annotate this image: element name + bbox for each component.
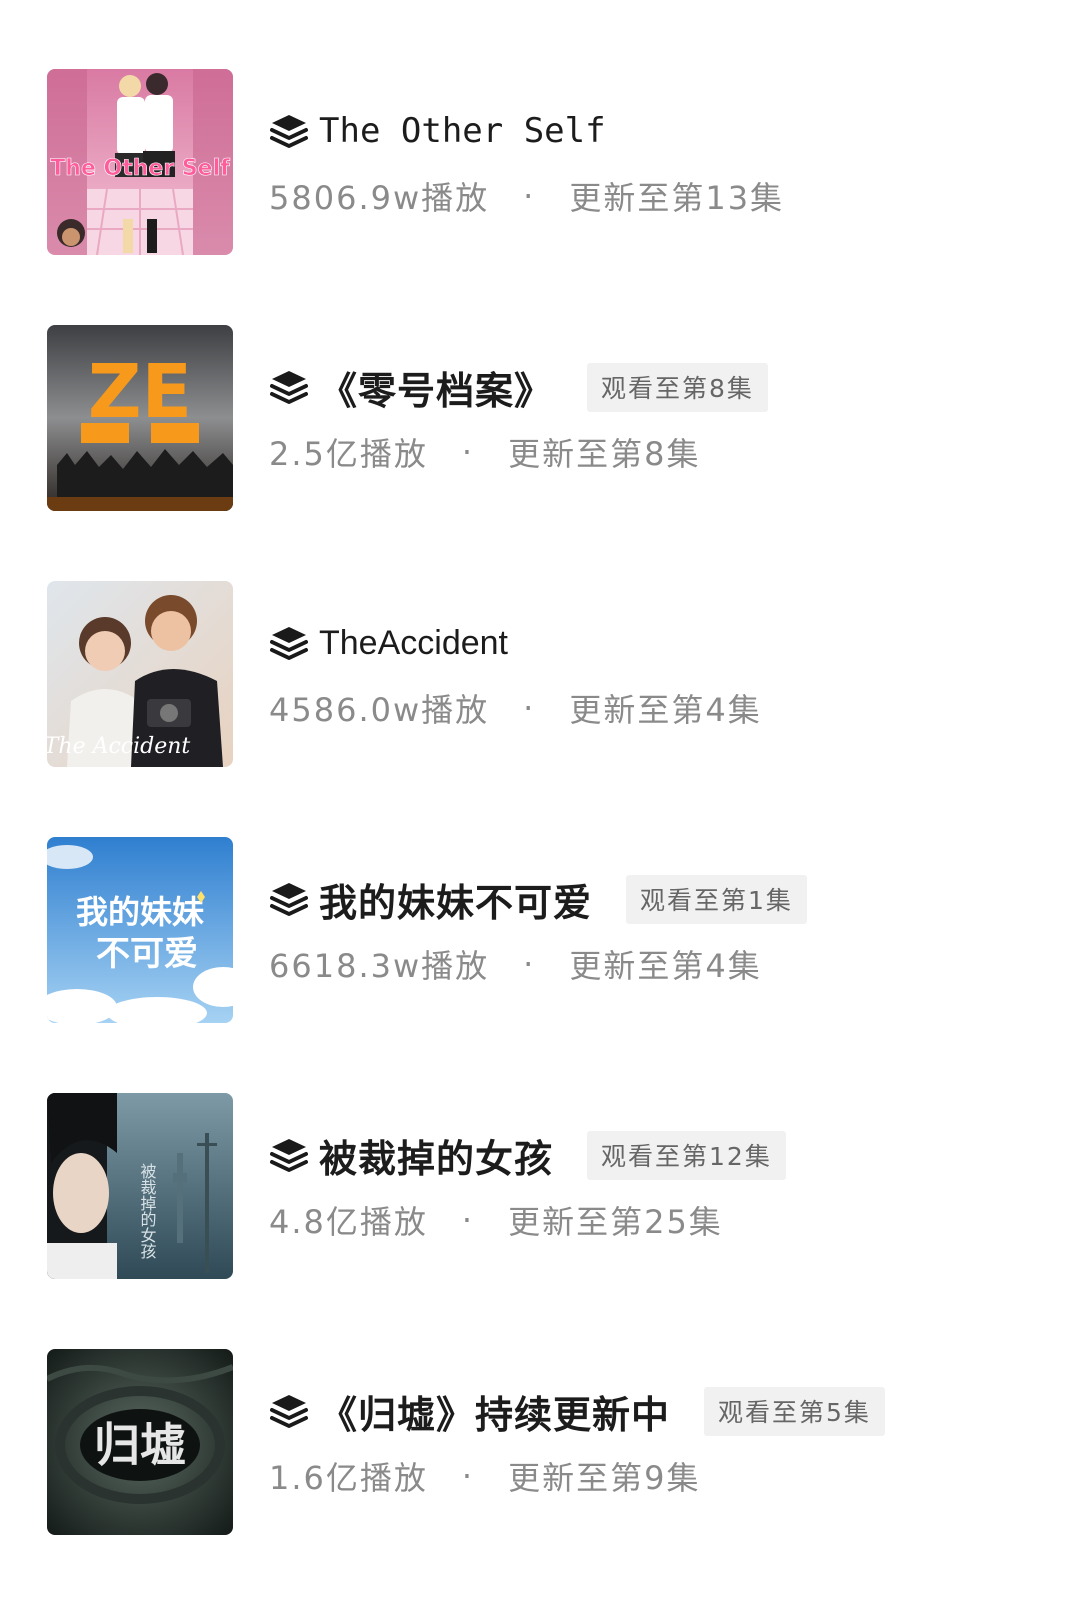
title-row[interactable]: 《归墟》持续更新中 观看至第5集 bbox=[269, 1385, 885, 1437]
update-status: 更新至第4集 bbox=[569, 947, 762, 985]
list-item[interactable]: 我的妹妹 不可爱 我的妹妹不可爱 观看至第1集 6618.3w播放 · 更新至第… bbox=[47, 837, 1047, 1023]
cover-image[interactable]: 归墟 bbox=[47, 1349, 233, 1535]
svg-text:我的妹妹: 我的妹妹 bbox=[76, 893, 204, 931]
update-status: 更新至第4集 bbox=[569, 691, 762, 729]
item-info: 被裁掉的女孩 观看至第12集 4.8亿播放 · 更新至第25集 bbox=[269, 1093, 1029, 1279]
item-info: 我的妹妹不可爱 观看至第1集 6618.3w播放 · 更新至第4集 bbox=[269, 837, 1029, 1023]
update-status: 更新至第8集 bbox=[508, 435, 701, 473]
series-title[interactable]: 《归墟》持续更新中 bbox=[319, 1384, 670, 1439]
title-row[interactable]: 《零号档案》 观看至第8集 bbox=[269, 361, 768, 413]
watch-progress-badge: 观看至第8集 bbox=[587, 362, 768, 412]
title-row[interactable]: 我的妹妹不可爱 观看至第1集 bbox=[269, 873, 807, 925]
item-info: 《零号档案》 观看至第8集 2.5亿播放 · 更新至第8集 bbox=[269, 325, 1029, 511]
meta-row: 6618.3w播放 · 更新至第4集 bbox=[269, 941, 762, 987]
play-count: 2.5亿播放 bbox=[269, 435, 428, 473]
svg-text:The Other Self: The Other Self bbox=[50, 156, 230, 181]
item-info: The Other Self 5806.9w播放 · 更新至第13集 bbox=[269, 69, 1029, 255]
list-item[interactable]: ZE 《零号档案》 观看至第8集 2.5亿播放 · 更新至第8集 bbox=[47, 325, 1047, 511]
cover-image[interactable]: The Accident bbox=[47, 581, 233, 767]
list-item[interactable]: The Other Self The Other Self 5806.9w播放 … bbox=[47, 69, 1047, 255]
list-item[interactable]: 被裁掉的女孩 被裁掉的女孩 观看至第12集 4.8亿播放 · 更新至第25集 bbox=[47, 1093, 1047, 1279]
separator-dot: · bbox=[461, 1201, 475, 1239]
cover-image[interactable]: ZE bbox=[47, 325, 233, 511]
watch-progress-badge: 观看至第5集 bbox=[704, 1386, 885, 1436]
meta-row: 1.6亿播放 · 更新至第9集 bbox=[269, 1453, 700, 1499]
update-status: 更新至第9集 bbox=[508, 1459, 701, 1497]
separator-dot: · bbox=[523, 177, 536, 215]
svg-text:不可爱: 不可爱 bbox=[96, 934, 198, 974]
layers-icon bbox=[270, 1395, 308, 1428]
play-count: 4586.0w播放 bbox=[269, 691, 490, 729]
update-status: 更新至第25集 bbox=[508, 1203, 723, 1241]
title-row[interactable]: TheAccident bbox=[269, 617, 508, 669]
meta-row: 4586.0w播放 · 更新至第4集 bbox=[269, 685, 762, 731]
separator-dot: · bbox=[461, 1457, 475, 1495]
series-title[interactable]: 被裁掉的女孩 bbox=[319, 1128, 553, 1183]
svg-text:归墟: 归墟 bbox=[94, 1418, 186, 1472]
layers-icon bbox=[270, 627, 308, 660]
svg-text:The Accident: The Accident bbox=[47, 734, 190, 759]
series-title[interactable]: TheAccident bbox=[319, 624, 508, 663]
play-count: 6618.3w播放 bbox=[269, 947, 490, 985]
series-title[interactable]: 我的妹妹不可爱 bbox=[319, 872, 592, 927]
svg-text:ZE: ZE bbox=[88, 349, 192, 435]
list-item[interactable]: The Accident TheAccident 4586.0w播放 · 更新至… bbox=[47, 581, 1047, 767]
title-row[interactable]: 被裁掉的女孩 观看至第12集 bbox=[269, 1129, 786, 1181]
item-info: 《归墟》持续更新中 观看至第5集 1.6亿播放 · 更新至第9集 bbox=[269, 1349, 1029, 1535]
list-item[interactable]: 归墟 《归墟》持续更新中 观看至第5集 1.6亿播放 · 更新至第9集 bbox=[47, 1349, 1047, 1535]
play-count: 5806.9w播放 bbox=[269, 179, 490, 217]
separator-dot: · bbox=[523, 689, 536, 727]
layers-icon bbox=[270, 1139, 308, 1172]
watch-progress-badge: 观看至第1集 bbox=[626, 874, 807, 924]
cover-image[interactable]: The Other Self bbox=[47, 69, 233, 255]
svg-text:被裁掉的女孩: 被裁掉的女孩 bbox=[138, 1163, 157, 1260]
cover-image[interactable]: 被裁掉的女孩 bbox=[47, 1093, 233, 1279]
update-status: 更新至第13集 bbox=[569, 179, 785, 217]
meta-row: 2.5亿播放 · 更新至第8集 bbox=[269, 429, 700, 475]
layers-icon bbox=[270, 115, 308, 148]
series-title[interactable]: The Other Self bbox=[319, 111, 606, 151]
layers-icon bbox=[270, 883, 308, 916]
layers-icon bbox=[270, 371, 308, 404]
series-title[interactable]: 《零号档案》 bbox=[319, 360, 553, 415]
meta-row: 4.8亿播放 · 更新至第25集 bbox=[269, 1197, 723, 1243]
watch-progress-badge: 观看至第12集 bbox=[587, 1130, 786, 1180]
item-info: TheAccident 4586.0w播放 · 更新至第4集 bbox=[269, 581, 1029, 767]
separator-dot: · bbox=[461, 433, 475, 471]
play-count: 1.6亿播放 bbox=[269, 1459, 428, 1497]
meta-row: 5806.9w播放 · 更新至第13集 bbox=[269, 173, 784, 219]
play-count: 4.8亿播放 bbox=[269, 1203, 428, 1241]
separator-dot: · bbox=[523, 945, 536, 983]
cover-image[interactable]: 我的妹妹 不可爱 bbox=[47, 837, 233, 1023]
title-row[interactable]: The Other Self bbox=[269, 105, 606, 157]
